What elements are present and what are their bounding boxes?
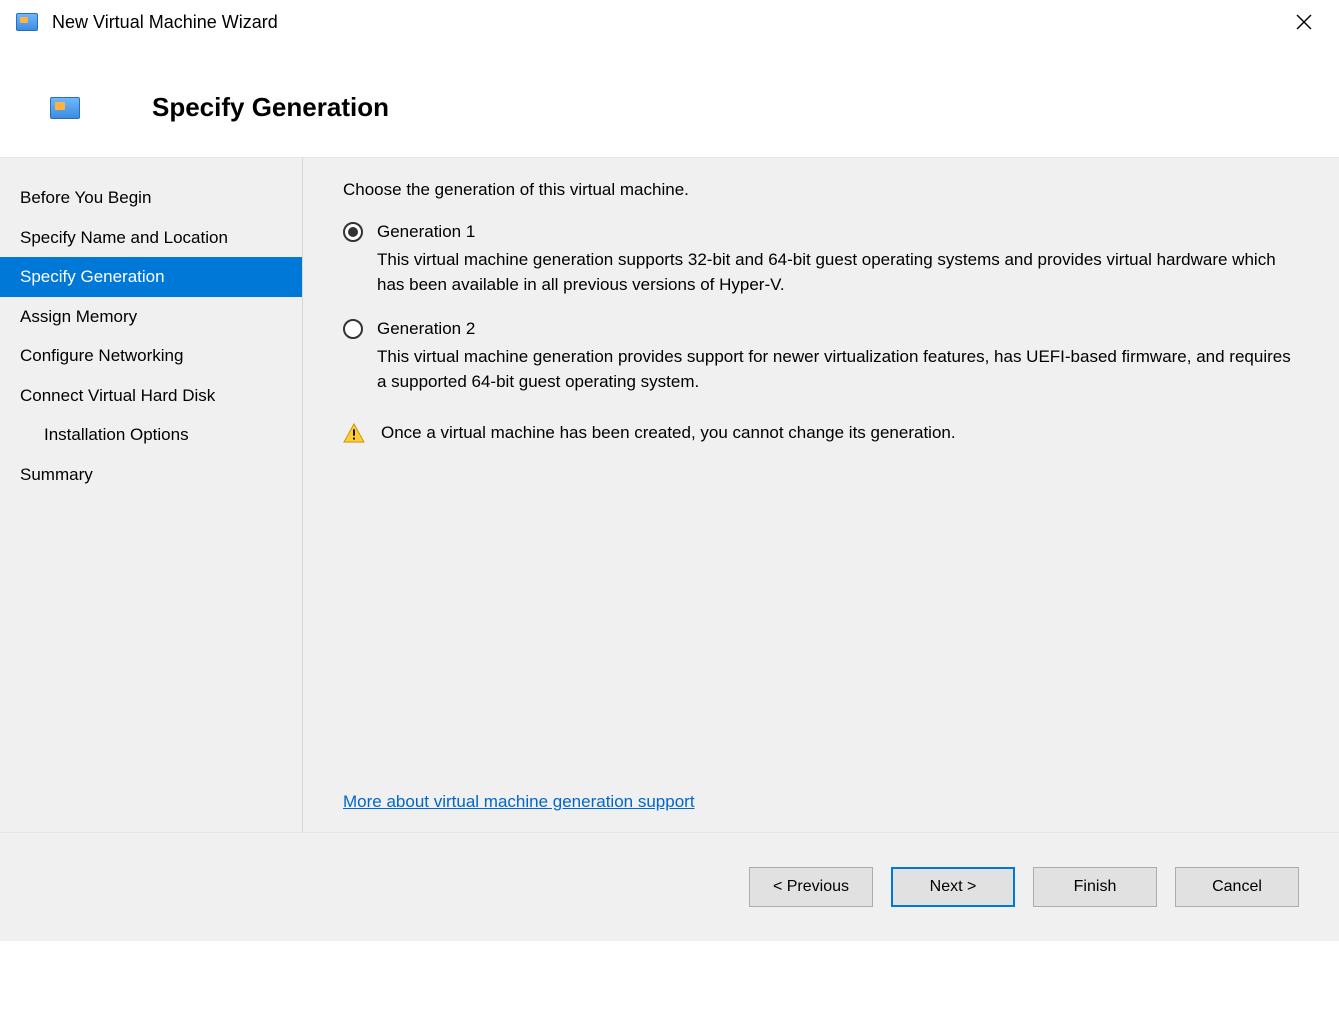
sidebar-step[interactable]: Installation Options <box>0 415 302 455</box>
generation-option: Generation 1 This virtual machine generat… <box>343 222 1299 297</box>
content-pane: Choose the generation of this virtual ma… <box>303 158 1339 832</box>
sidebar-step[interactable]: Configure Networking <box>0 336 302 376</box>
main-area: Before You BeginSpecify Name and Locatio… <box>0 158 1339 833</box>
radio-button[interactable] <box>343 319 363 339</box>
finish-button[interactable]: Finish <box>1033 867 1157 907</box>
option-label[interactable]: Generation 2 <box>377 319 475 339</box>
learn-more-link[interactable]: More about virtual machine generation su… <box>343 792 695 811</box>
titlebar: New Virtual Machine Wizard <box>0 0 1339 44</box>
app-icon <box>16 13 38 31</box>
cancel-button[interactable]: Cancel <box>1175 867 1299 907</box>
close-icon <box>1296 14 1312 30</box>
close-button[interactable] <box>1281 6 1327 38</box>
sidebar-step[interactable]: Assign Memory <box>0 297 302 337</box>
page-header: Specify Generation <box>0 44 1339 158</box>
warning-icon <box>343 423 365 443</box>
warning-text: Once a virtual machine has been created,… <box>381 421 956 445</box>
button-bar: < Previous Next > Finish Cancel <box>0 833 1339 941</box>
warning-row: Once a virtual machine has been created,… <box>343 421 1299 445</box>
page-title: Specify Generation <box>152 92 389 123</box>
radio-button[interactable] <box>343 222 363 242</box>
sidebar-step[interactable]: Summary <box>0 455 302 495</box>
option-label[interactable]: Generation 1 <box>377 222 475 242</box>
learn-more-row: More about virtual machine generation su… <box>343 772 1299 812</box>
wizard-steps-sidebar: Before You BeginSpecify Name and Locatio… <box>0 158 303 832</box>
content-intro: Choose the generation of this virtual ma… <box>343 180 1299 200</box>
option-description: This virtual machine generation supports… <box>343 248 1299 297</box>
option-description: This virtual machine generation provides… <box>343 345 1299 394</box>
sidebar-step[interactable]: Specify Generation <box>0 257 302 297</box>
generation-option: Generation 2 This virtual machine generat… <box>343 319 1299 394</box>
window-title: New Virtual Machine Wizard <box>52 12 1281 33</box>
sidebar-step[interactable]: Connect Virtual Hard Disk <box>0 376 302 416</box>
sidebar-step[interactable]: Specify Name and Location <box>0 218 302 258</box>
wizard-icon <box>50 97 80 119</box>
previous-button[interactable]: < Previous <box>749 867 873 907</box>
next-button[interactable]: Next > <box>891 867 1015 907</box>
sidebar-step[interactable]: Before You Begin <box>0 178 302 218</box>
